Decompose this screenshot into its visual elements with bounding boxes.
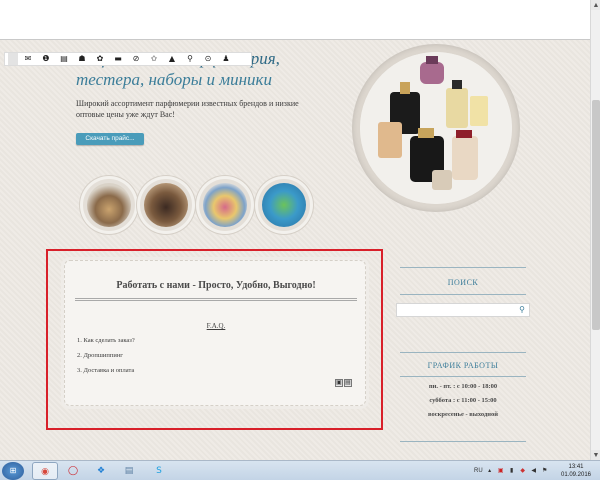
page-scrollbar[interactable]: ▲ ▼ (590, 0, 600, 460)
sidebar-ornament-bottom-schedule (400, 373, 526, 381)
clock-date: 01.09.2016 (560, 472, 592, 478)
category-thumb-3[interactable] (199, 179, 251, 231)
email-icon[interactable]: ▤ (344, 379, 352, 387)
clock[interactable]: 13:41 01.09.2016 (556, 463, 596, 479)
hero-description: Широкий ассортимент парфюмерии известных… (76, 99, 299, 119)
flag-icon[interactable]: ⚑ (541, 467, 549, 475)
category-thumb-1-image (87, 183, 131, 227)
schedule-weekdays: пн. - пт. : с 10:00 - 18:00 (428, 383, 498, 390)
opera-taskbar-icon[interactable]: ◯ (60, 462, 86, 480)
card-title: Работать с нами - Просто, Удобно, Выгодн… (116, 280, 316, 291)
scroll-thumb[interactable] (592, 100, 600, 330)
print-icon[interactable]: ▣ (335, 379, 343, 387)
eye-icon[interactable]: ⊙ (200, 53, 216, 65)
tray-shield-icon[interactable]: ◆ (519, 467, 527, 475)
network-icon[interactable]: ▮ (508, 467, 516, 475)
dropbox-taskbar-icon[interactable]: ❖ (88, 462, 114, 480)
category-thumb-4-image (262, 183, 306, 227)
system-tray: RU ▴ ▣ ▮ ◆ ◀ ⚑ (474, 465, 554, 477)
clock-time: 13:41 (568, 464, 584, 470)
hero-title-line2: тестера, наборы и миники (76, 70, 272, 89)
scroll-up-icon[interactable]: ▲ (591, 0, 600, 10)
search-heading: ПОИСК (447, 278, 479, 287)
faq-item-dropshipping[interactable]: 2. Дропшиппинг (77, 351, 337, 366)
category-thumb-2-image (144, 183, 188, 227)
category-thumb-2[interactable] (140, 179, 192, 231)
extension-toolbar: ✉ ❶ ▤ ☗ ✿ ▬ ⊘ ✩ ▲ ⚲ ⊙ ♟ (4, 52, 252, 66)
schedule-saturday: суббота : с 11:00 - 15:00 (429, 397, 497, 404)
info-card: Работать с нами - Просто, Удобно, Выгодн… (64, 260, 366, 406)
info-icon[interactable]: ❶ (38, 53, 54, 65)
document-icon[interactable]: ▤ (56, 53, 72, 65)
category-thumb-3-image (203, 183, 247, 227)
schedule-heading: ГРАФИК РАБОТЫ (427, 361, 499, 370)
category-thumb-4[interactable] (258, 179, 310, 231)
faq-list: 1. Как сделать заказ? 2. Дропшиппинг 3. … (77, 336, 337, 381)
schedule-sunday: воскресенье - выходной (428, 411, 498, 418)
chrome-taskbar-icon[interactable]: ◉ (32, 462, 58, 480)
scroll-down-icon[interactable]: ▼ (591, 450, 600, 460)
search-input[interactable]: ⚲ (396, 303, 530, 317)
card-icons: ▣ ▤ (335, 379, 352, 387)
gear-icon[interactable]: ✿ (92, 53, 108, 65)
star-icon[interactable]: ✩ (146, 53, 162, 65)
taskbar: ⊞ ◉ ◯ ❖ ▤ S RU ▴ ▣ ▮ ◆ ◀ ⚑ 13:41 01.09.2… (0, 460, 600, 480)
sidebar-ornament-top-search (400, 264, 526, 272)
blank-icon[interactable] (8, 53, 18, 65)
sidebar-ornament-bottom (400, 438, 526, 446)
folder-icon[interactable]: ▬ (110, 53, 126, 65)
search-icon[interactable]: ⚲ (519, 305, 525, 314)
faq-link[interactable]: F.A.Q. (65, 322, 367, 330)
skype-taskbar-icon[interactable]: S (146, 462, 172, 480)
faq-item-delivery[interactable]: 3. Доставка и оплата (77, 366, 337, 381)
perfume-bottles-illustration (360, 52, 512, 204)
search-icon[interactable]: ⚲ (182, 53, 198, 65)
category-thumb-1[interactable] (83, 179, 135, 231)
sidebar-ornament-bottom-search (400, 291, 526, 299)
volume-icon[interactable]: ◀ (530, 467, 538, 475)
sidebar-ornament-top-schedule (400, 349, 526, 357)
bucket-icon[interactable]: ☗ (74, 53, 90, 65)
person-icon[interactable]: ♟ (218, 53, 234, 65)
download-price-button[interactable]: Скачать прайс... (76, 133, 144, 145)
bell-icon[interactable]: ▲ (164, 53, 180, 65)
notepad-taskbar-icon[interactable]: ▤ (116, 462, 142, 480)
mail-icon[interactable]: ✉ (20, 53, 36, 65)
language-indicator[interactable]: RU (474, 468, 483, 474)
hero-perfume-image (360, 52, 512, 204)
ban-icon[interactable]: ⊘ (128, 53, 144, 65)
tray-arrow-icon[interactable]: ▴ (486, 467, 494, 475)
start-button[interactable]: ⊞ (2, 462, 24, 480)
faq-item-order[interactable]: 1. Как сделать заказ? (77, 336, 337, 351)
browser-top-area (0, 0, 600, 40)
windows-icon: ⊞ (9, 466, 17, 475)
tray-app-icon[interactable]: ▣ (497, 467, 505, 475)
card-divider (75, 298, 357, 301)
